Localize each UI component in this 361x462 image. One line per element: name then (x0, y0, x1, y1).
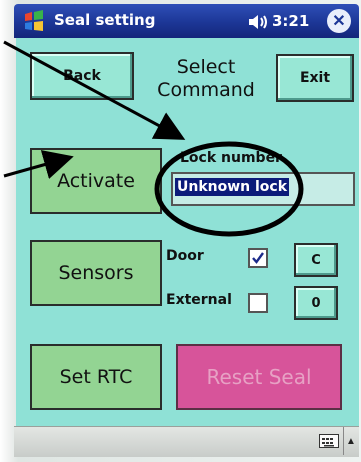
sensors-button[interactable]: Sensors (30, 240, 162, 306)
sensors-button-label: Sensors (58, 262, 134, 284)
set-rtc-button[interactable]: Set RTC (30, 344, 162, 410)
keyboard-icon[interactable] (319, 434, 339, 448)
lock-number-value: Unknown lock (175, 178, 290, 196)
device-screen: Seal setting 3:21 ✕ Back Select Command … (0, 0, 361, 462)
lock-number-field[interactable]: Unknown lock (171, 172, 355, 206)
door-c-button[interactable]: C (294, 243, 338, 277)
back-button-label: Back (63, 68, 101, 84)
windows-start-icon[interactable] (22, 9, 46, 33)
main-panel: Back Select Command Exit Activate Lock n… (16, 38, 359, 426)
external-label: External (166, 292, 232, 308)
door-checkbox[interactable] (248, 248, 268, 268)
set-rtc-button-label: Set RTC (59, 366, 133, 388)
bottom-bar: ▲ (14, 426, 359, 457)
external-0-label: 0 (311, 295, 321, 311)
reset-seal-button[interactable]: Reset Seal (176, 344, 342, 410)
title-bar: Seal setting 3:21 ✕ (14, 4, 359, 38)
select-command-heading: Select Command (140, 56, 272, 102)
exit-button-label: Exit (299, 70, 331, 86)
input-panel-arrow-icon[interactable]: ▲ (343, 427, 358, 455)
select-command-line2: Command (157, 79, 255, 101)
select-command-line1: Select (176, 56, 236, 78)
door-label: Door (166, 248, 204, 264)
exit-button[interactable]: Exit (276, 54, 354, 102)
close-icon[interactable]: ✕ (327, 9, 351, 33)
clock[interactable]: 3:21 (272, 12, 309, 30)
lock-number-label: Lock number (180, 150, 282, 166)
window-title: Seal setting (54, 11, 156, 29)
activate-button[interactable]: Activate (30, 148, 162, 214)
back-button[interactable]: Back (30, 52, 134, 100)
activate-button-label: Activate (57, 170, 135, 192)
external-checkbox[interactable] (248, 293, 268, 313)
speaker-icon[interactable] (247, 13, 271, 31)
checkmark-icon (252, 252, 264, 264)
door-c-label: C (311, 252, 321, 268)
external-0-button[interactable]: 0 (294, 286, 338, 320)
reset-seal-button-label: Reset Seal (206, 365, 312, 389)
